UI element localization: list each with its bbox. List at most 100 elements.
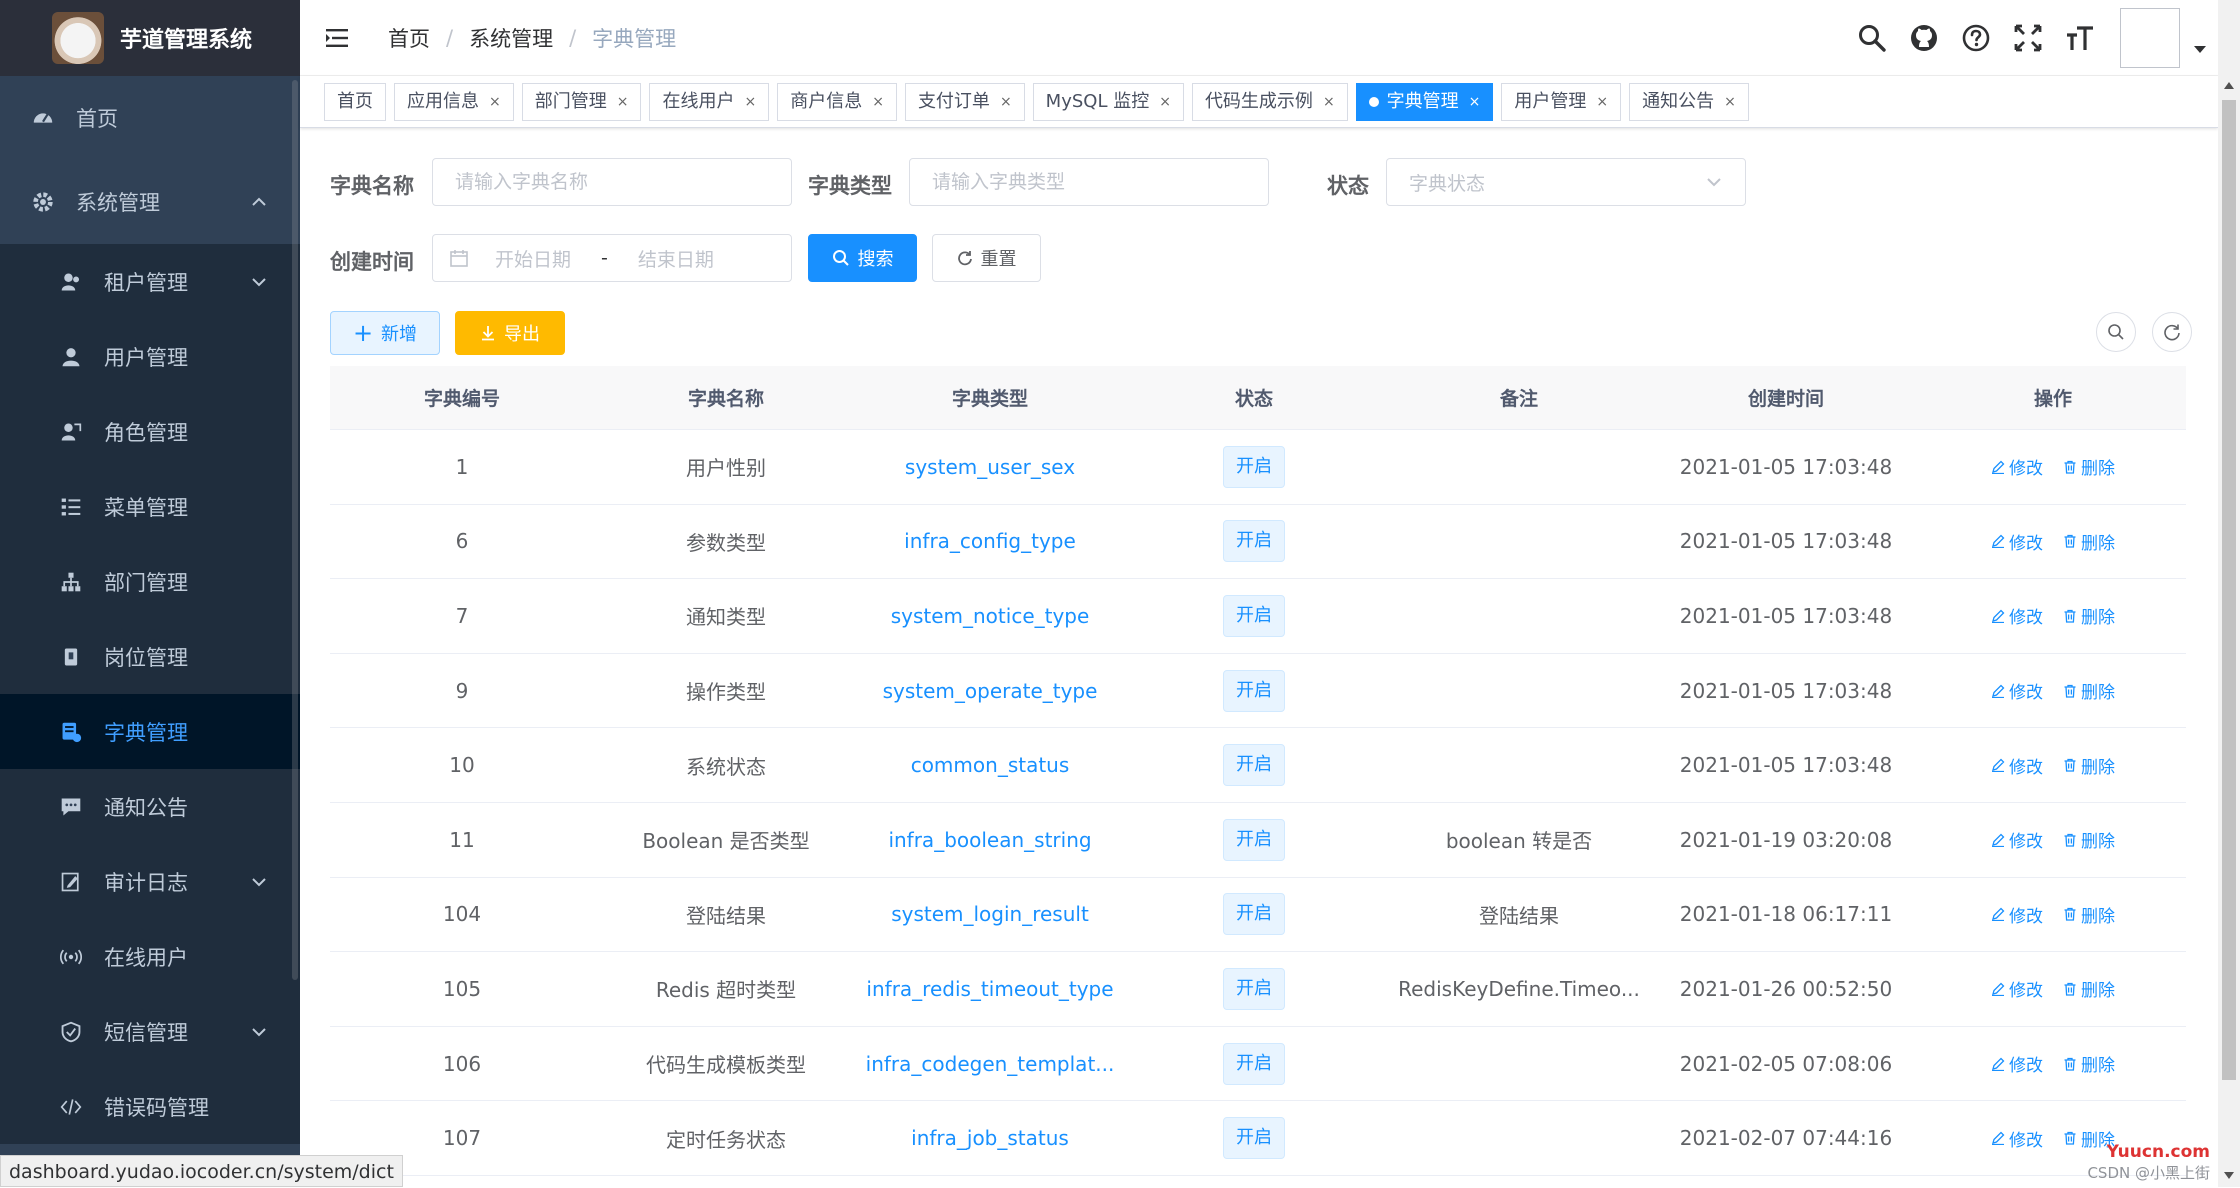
edit-button[interactable]: 修改: [1991, 902, 2043, 927]
dict-type-link[interactable]: infra_codegen_templat...: [866, 1052, 1115, 1076]
sidebar-item-tenant[interactable]: 租户管理: [0, 244, 300, 319]
close-icon[interactable]: ×: [1596, 84, 1608, 120]
delete-icon: [2064, 908, 2076, 922]
dict-type-input[interactable]: [909, 158, 1269, 206]
font-size-icon[interactable]: [2065, 23, 2095, 53]
scroll-down-arrow[interactable]: [2224, 1172, 2234, 1179]
edit-button[interactable]: 修改: [1991, 454, 2043, 479]
cell-id: 106: [442, 1051, 482, 1076]
status-select[interactable]: 字典状态: [1386, 158, 1746, 206]
tag-2[interactable]: 部门管理 ×: [521, 82, 642, 121]
tag-5[interactable]: 支付订单 ×: [904, 82, 1025, 121]
start-date-input[interactable]: 开始日期: [495, 245, 571, 272]
delete-label: 删除: [2081, 608, 2115, 629]
sidebar-item-depts[interactable]: 部门管理: [0, 544, 300, 619]
breadcrumb-home[interactable]: 首页: [388, 23, 430, 53]
sidebar-item-home[interactable]: 首页: [0, 76, 300, 160]
delete-button[interactable]: 删除: [2063, 1051, 2115, 1076]
search-icon[interactable]: [1857, 23, 1887, 53]
delete-button[interactable]: 删除: [2063, 753, 2115, 778]
close-icon[interactable]: ×: [1000, 84, 1012, 120]
close-icon[interactable]: ×: [1323, 84, 1335, 120]
tag-4[interactable]: 商户信息 ×: [777, 82, 897, 121]
dict-type-link[interactable]: infra_redis_timeout_type: [866, 977, 1113, 1001]
dict-type-link[interactable]: system_login_result: [891, 902, 1089, 926]
close-icon[interactable]: ×: [617, 84, 629, 120]
sidebar-item-posts[interactable]: 岗位管理: [0, 619, 300, 694]
close-icon[interactable]: ×: [1159, 84, 1171, 120]
tag-8[interactable]: 字典管理 ×: [1355, 82, 1494, 121]
sidebar-item-notice[interactable]: 通知公告: [0, 769, 300, 844]
dict-type-link[interactable]: system_operate_type: [883, 679, 1098, 703]
dict-type-link[interactable]: infra_config_type: [904, 529, 1076, 553]
sidebar-item-audit[interactable]: 审计日志: [0, 844, 300, 919]
sidebar-item-sms[interactable]: 短信管理: [0, 994, 300, 1069]
delete-button[interactable]: 删除: [2063, 902, 2115, 927]
dict-type-link[interactable]: common_status: [911, 753, 1070, 777]
app-logo[interactable]: 芋道管理系统: [0, 0, 300, 76]
tag-3[interactable]: 在线用户 ×: [649, 82, 770, 121]
sidebar-item-online[interactable]: 在线用户: [0, 919, 300, 994]
refresh-table-button[interactable]: [2152, 312, 2192, 352]
dict-type-link[interactable]: system_notice_type: [891, 604, 1090, 628]
dict-name-input[interactable]: [432, 158, 792, 206]
tag-0[interactable]: 首页: [324, 82, 386, 121]
dict-type-link[interactable]: infra_job_status: [911, 1126, 1069, 1150]
tag-7[interactable]: 代码生成示例 ×: [1191, 82, 1348, 121]
delete-button[interactable]: 删除: [2063, 976, 2115, 1001]
sidebar-item-dict[interactable]: 字典管理: [0, 694, 300, 769]
add-button[interactable]: + 新增: [330, 311, 440, 355]
sidebar-item-roles[interactable]: 角色管理: [0, 394, 300, 469]
reset-button[interactable]: 重置: [932, 234, 1041, 282]
edit-button[interactable]: 修改: [1991, 678, 2043, 703]
close-icon[interactable]: ×: [872, 84, 884, 120]
search-button[interactable]: 搜索: [808, 234, 917, 282]
hamburger-icon[interactable]: [324, 24, 352, 52]
edit-button[interactable]: 修改: [1991, 529, 2043, 554]
close-icon[interactable]: ×: [1469, 84, 1481, 120]
end-date-input[interactable]: 结束日期: [638, 245, 714, 272]
delete-button[interactable]: 删除: [2063, 678, 2115, 703]
edit-button[interactable]: 修改: [1991, 976, 2043, 1001]
delete-button[interactable]: 删除: [2063, 454, 2115, 479]
breadcrumb-system[interactable]: 系统管理: [469, 23, 553, 53]
edit-button[interactable]: 修改: [1991, 1126, 2043, 1151]
dict-type-link[interactable]: infra_boolean_string: [888, 828, 1091, 852]
question-icon[interactable]: [1961, 23, 1991, 53]
tag-6[interactable]: MySQL 监控 ×: [1032, 82, 1184, 121]
page-scrollbar[interactable]: [2218, 0, 2240, 1187]
toggle-search-button[interactable]: [2096, 312, 2136, 352]
user-avatar[interactable]: [2120, 7, 2180, 68]
close-icon[interactable]: ×: [489, 84, 501, 120]
tag-1[interactable]: 应用信息 ×: [394, 82, 514, 121]
sidebar-item-errorcode[interactable]: 错误码管理: [0, 1069, 300, 1144]
delete-button[interactable]: 删除: [2063, 827, 2115, 852]
close-icon[interactable]: ×: [1724, 84, 1736, 120]
avatar-dropdown-caret[interactable]: [2194, 46, 2206, 53]
scroll-up-arrow[interactable]: [2224, 82, 2234, 89]
tag-9[interactable]: 用户管理 ×: [1501, 82, 1622, 121]
scroll-thumb[interactable]: [2222, 100, 2236, 1080]
edit-button[interactable]: 修改: [1991, 1051, 2043, 1076]
status-badge: 开启: [1223, 893, 1285, 936]
edit-button[interactable]: 修改: [1991, 603, 2043, 628]
dict-type-link[interactable]: system_user_sex: [905, 455, 1075, 479]
sidebar-item-users[interactable]: 用户管理: [0, 319, 300, 394]
sidebar-item-system[interactable]: 系统管理: [0, 160, 300, 244]
close-icon[interactable]: ×: [744, 84, 756, 120]
fullscreen-icon[interactable]: [2013, 23, 2043, 53]
edit-label: 修改: [2009, 533, 2043, 554]
create-time-range[interactable]: 开始日期 - 结束日期: [432, 234, 792, 282]
github-icon[interactable]: [1909, 23, 1939, 53]
sidebar-item-menus[interactable]: 菜单管理: [0, 469, 300, 544]
delete-button[interactable]: 删除: [2063, 529, 2115, 554]
sidebar-scrollbar[interactable]: [292, 80, 298, 980]
tag-10[interactable]: 通知公告 ×: [1629, 82, 1749, 121]
cell-created: 2021-01-05 17:03:48: [1679, 454, 1893, 479]
delete-button[interactable]: 删除: [2063, 603, 2115, 628]
edit-button[interactable]: 修改: [1991, 753, 2043, 778]
edit-button[interactable]: 修改: [1991, 827, 2043, 852]
export-button[interactable]: 导出: [455, 311, 565, 355]
cell-id: 7: [455, 603, 469, 628]
sidebar-item-label: 系统管理: [76, 191, 160, 215]
